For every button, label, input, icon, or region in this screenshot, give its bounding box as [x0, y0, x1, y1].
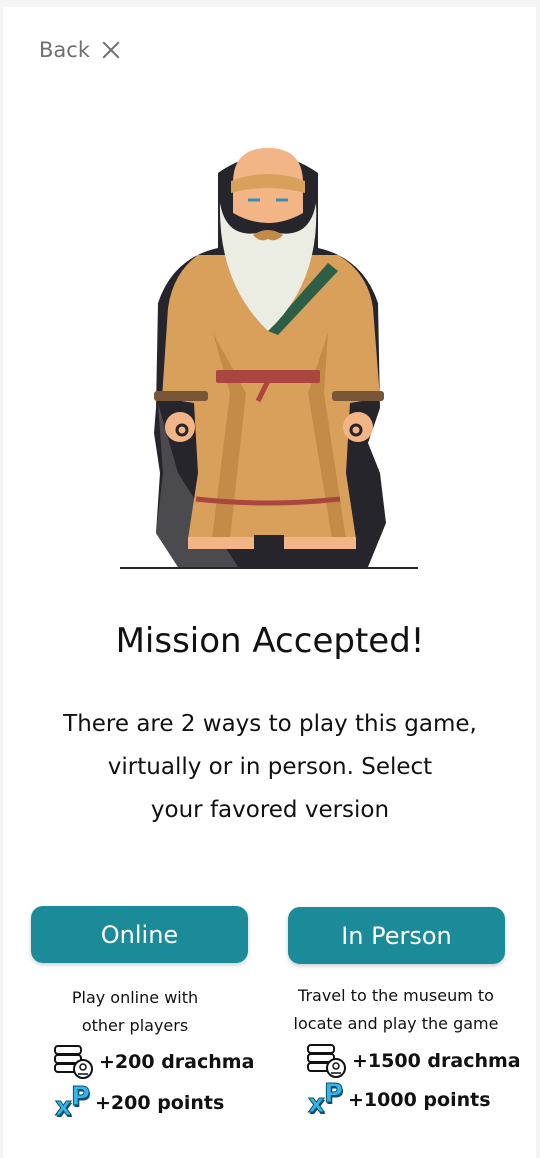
in-person-button[interactable]: In Person	[288, 907, 505, 964]
drachma-amount: +1500 drachma	[352, 1050, 521, 1072]
back-button[interactable]: Back	[39, 38, 122, 62]
in-person-points-reward: xP +1000 points	[308, 1079, 491, 1119]
coin-stack-icon	[54, 1045, 93, 1079]
coin-stack-icon	[307, 1044, 346, 1078]
online-points-reward: xP +200 points	[55, 1082, 225, 1122]
xp-icon: xP	[308, 1079, 344, 1119]
online-drachma-reward: +200 drachma	[53, 1044, 254, 1080]
page-title: Mission Accepted!	[115, 621, 425, 661]
in-person-sub-line: locate and play the game	[293, 1014, 499, 1033]
drachma-amount: +200 drachma	[99, 1051, 255, 1073]
back-label: Back	[39, 38, 90, 62]
in-person-description: Travel to the museum to locate and play …	[283, 982, 509, 1038]
description-line: virtually or in person. Select	[107, 754, 433, 780]
page-description: There are 2 ways to play this game, virt…	[40, 703, 500, 832]
in-person-drachma-reward: +1500 drachma	[306, 1043, 521, 1079]
sage-illustration	[120, 148, 418, 569]
description-line: your favored version	[150, 797, 390, 823]
points-amount: +200 points	[95, 1092, 225, 1114]
online-sub-line: Play online with	[71, 988, 199, 1007]
description-line: There are 2 ways to play this game,	[63, 711, 477, 737]
close-icon[interactable]	[100, 39, 122, 61]
points-amount: +1000 points	[348, 1089, 491, 1111]
online-button[interactable]: Online	[31, 906, 248, 963]
online-description: Play online with other players	[24, 984, 246, 1040]
online-sub-line: other players	[81, 1016, 189, 1035]
in-person-sub-line: Travel to the museum to	[298, 986, 494, 1005]
xp-icon: xP	[55, 1082, 91, 1122]
